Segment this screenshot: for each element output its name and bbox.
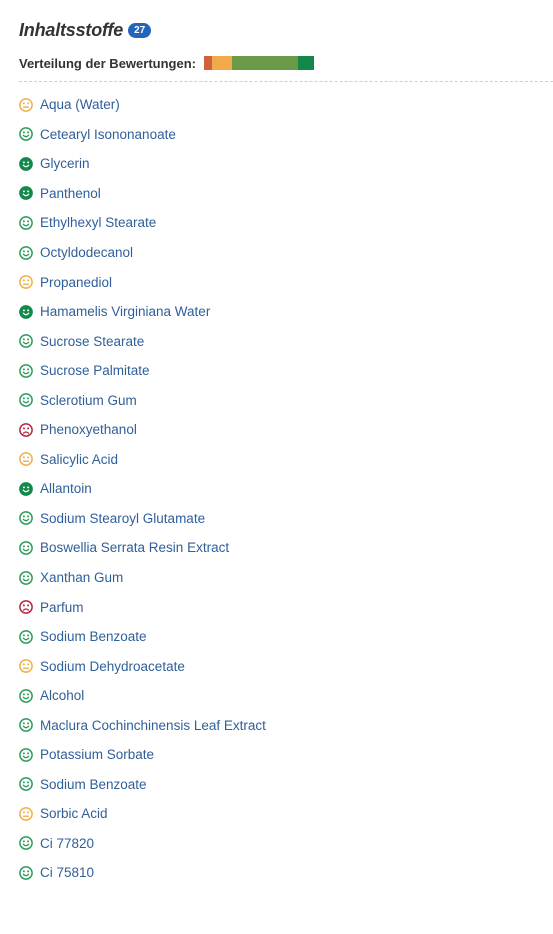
ingredient-link[interactable]: Propanediol <box>40 275 112 290</box>
ingredient-item: Glycerin <box>19 149 553 179</box>
smiley-face-icon <box>19 718 33 733</box>
smiley-face-icon <box>19 363 33 378</box>
ingredient-item: Phenoxyethanol <box>19 415 553 445</box>
smiley-face-icon <box>19 777 33 792</box>
smiley-face-icon <box>19 216 33 230</box>
ingredient-link[interactable]: Hamamelis Virginiana Water <box>40 304 210 319</box>
ingredient-link[interactable]: Sucrose Palmitate <box>40 363 150 378</box>
ingredient-link[interactable]: Sodium Benzoate <box>40 629 147 644</box>
section-title: Inhaltsstoffe <box>19 20 124 40</box>
ingredient-item: Panthenol <box>19 179 553 209</box>
smiley-face-icon <box>19 245 33 260</box>
ingredient-link[interactable]: Ci 77820 <box>40 836 94 851</box>
distribution-segment-moderate <box>212 56 233 70</box>
neutral-face-icon <box>19 275 33 289</box>
ingredient-item: Sodium Benzoate <box>19 770 553 800</box>
smiley-face-icon <box>19 127 33 142</box>
ingredient-item: Boswellia Serrata Resin Extract <box>19 533 553 563</box>
ingredient-list: Aqua (Water) Cetearyl Isononanoate Glyceri… <box>19 90 553 888</box>
neutral-face-icon <box>19 97 33 112</box>
ingredient-item: Alcohol <box>19 681 553 711</box>
smiley-face-filled-icon <box>19 186 33 201</box>
ingredient-item: Sucrose Stearate <box>19 326 553 356</box>
smiley-face-icon <box>19 629 33 644</box>
smiley-face-filled-icon <box>19 482 33 496</box>
divider <box>19 81 553 82</box>
smiley-face-icon <box>19 570 33 585</box>
ingredients-header: Inhaltsstoffe 27 <box>19 15 553 46</box>
ingredient-link[interactable]: Glycerin <box>40 156 90 171</box>
neutral-face-icon <box>19 807 33 821</box>
ingredient-item: Maclura Cochinchinensis Leaf Extract <box>19 710 553 740</box>
ingredient-item: Cetearyl Isononanoate <box>19 120 553 150</box>
count-badge: 27 <box>128 23 152 38</box>
distribution-segment-good <box>232 56 298 70</box>
ingredient-item: Hamamelis Virginiana Water <box>19 297 553 327</box>
ingredient-item: Sodium Dehydroacetate <box>19 651 553 681</box>
ingredient-link[interactable]: Phenoxyethanol <box>40 422 137 437</box>
ingredient-link[interactable]: Parfum <box>40 600 84 615</box>
ingredient-item: Salicylic Acid <box>19 445 553 475</box>
ingredient-link[interactable]: Sodium Stearoyl Glutamate <box>40 511 205 526</box>
ingredient-link[interactable]: Sclerotium Gum <box>40 393 137 408</box>
ingredient-link[interactable]: Panthenol <box>40 186 101 201</box>
ingredient-item: Potassium Sorbate <box>19 740 553 770</box>
rating-distribution: Verteilung der Bewertungen: <box>19 55 553 71</box>
neutral-face-icon <box>19 452 33 467</box>
neutral-face-icon <box>19 659 33 674</box>
ingredient-item: Sorbic Acid <box>19 799 553 829</box>
smiley-face-icon <box>19 866 33 880</box>
distribution-segment-bad <box>203 56 213 70</box>
sad-face-icon <box>19 600 33 614</box>
distribution-bar <box>203 56 314 70</box>
ingredient-link[interactable]: Maclura Cochinchinensis Leaf Extract <box>40 718 266 733</box>
ingredient-item: Xanthan Gum <box>19 563 553 593</box>
smiley-face-icon <box>19 747 33 762</box>
smiley-face-filled-icon <box>19 157 33 171</box>
ingredient-item: Sodium Stearoyl Glutamate <box>19 504 553 534</box>
ingredient-item: Ci 75810 <box>19 858 553 888</box>
ingredient-link[interactable]: Alcohol <box>40 688 84 703</box>
distribution-segment-very-good <box>297 56 314 70</box>
smiley-face-filled-icon <box>19 304 33 319</box>
smiley-face-icon <box>19 511 33 526</box>
ingredient-item: Sclerotium Gum <box>19 385 553 415</box>
ingredient-link[interactable]: Salicylic Acid <box>40 452 118 467</box>
ingredient-item: Allantoin <box>19 474 553 504</box>
ingredient-link[interactable]: Sorbic Acid <box>40 806 108 821</box>
ingredient-link[interactable]: Ci 75810 <box>40 865 94 880</box>
ingredient-link[interactable]: Ethylhexyl Stearate <box>40 215 156 230</box>
ingredient-link[interactable]: Sucrose Stearate <box>40 334 144 349</box>
smiley-face-icon <box>19 541 33 555</box>
smiley-face-icon <box>19 688 33 703</box>
ingredient-item: Ethylhexyl Stearate <box>19 208 553 238</box>
ingredient-item: Sodium Benzoate <box>19 622 553 652</box>
sad-face-icon <box>19 422 33 437</box>
ingredient-link[interactable]: Allantoin <box>40 481 92 496</box>
ingredient-item: Ci 77820 <box>19 829 553 859</box>
ingredient-link[interactable]: Xanthan Gum <box>40 570 123 585</box>
ingredient-link[interactable]: Potassium Sorbate <box>40 747 154 762</box>
ingredient-link[interactable]: Aqua (Water) <box>40 97 120 112</box>
ingredient-item: Parfum <box>19 592 553 622</box>
ingredient-item: Aqua (Water) <box>19 90 553 120</box>
ingredient-link[interactable]: Sodium Dehydroacetate <box>40 659 185 674</box>
ingredient-item: Sucrose Palmitate <box>19 356 553 386</box>
distribution-label: Verteilung der Bewertungen: <box>19 55 196 71</box>
ingredients-panel: Inhaltsstoffe 27 Verteilung der Bewertun… <box>0 15 553 888</box>
ingredient-link[interactable]: Octyldodecanol <box>40 245 133 260</box>
smiley-face-icon <box>19 393 33 408</box>
ingredient-item: Propanediol <box>19 267 553 297</box>
smiley-face-icon <box>19 836 33 851</box>
ingredient-link[interactable]: Boswellia Serrata Resin Extract <box>40 540 229 555</box>
ingredient-item: Octyldodecanol <box>19 238 553 268</box>
smiley-face-icon <box>19 334 33 348</box>
ingredient-link[interactable]: Sodium Benzoate <box>40 777 147 792</box>
ingredient-link[interactable]: Cetearyl Isononanoate <box>40 127 176 142</box>
